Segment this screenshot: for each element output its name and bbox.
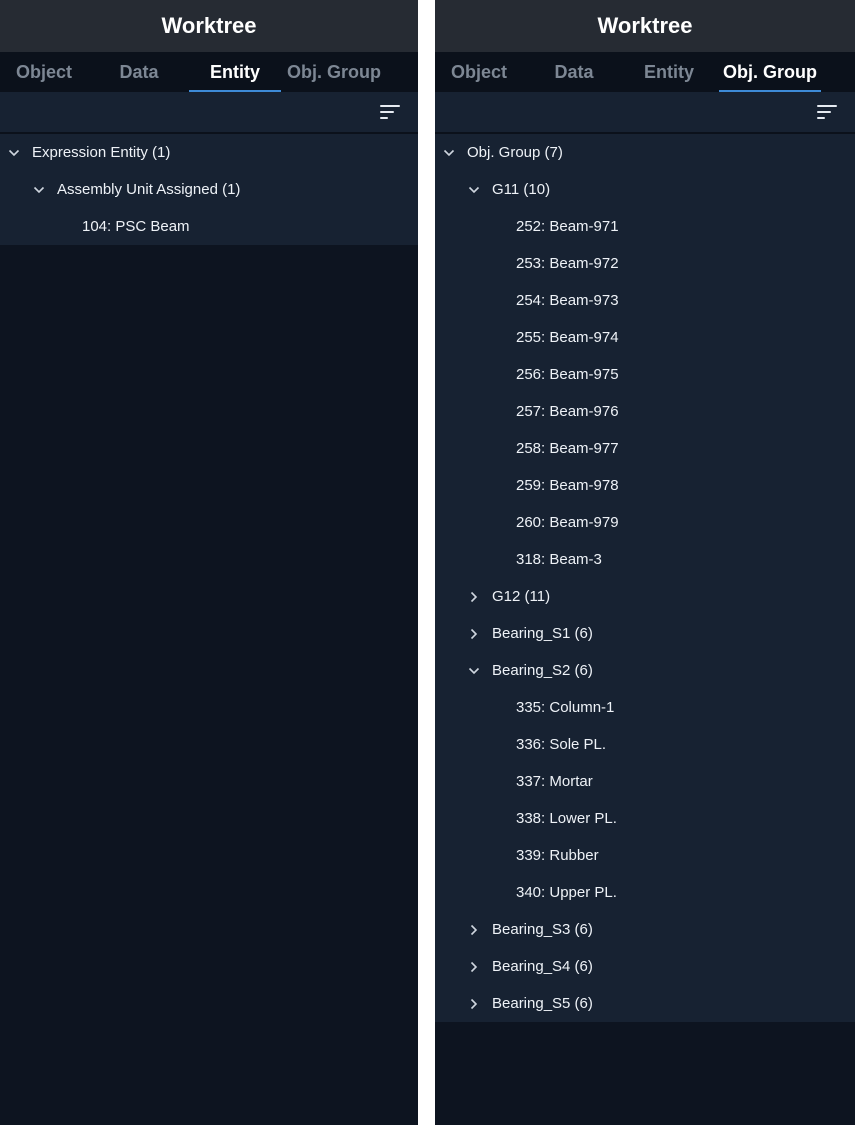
tree-leaf-label: 339: Rubber <box>516 847 599 864</box>
tree-node-assembly-unit-assigned[interactable]: Assembly Unit Assigned (1) <box>0 171 418 208</box>
tree-leaf-label: 254: Beam-973 <box>516 292 619 309</box>
tab-data[interactable]: Data <box>110 52 168 92</box>
tree-leaf[interactable]: 257: Beam-976 <box>435 393 855 430</box>
chevron-down-icon[interactable] <box>466 663 482 679</box>
sort-icon[interactable] <box>817 104 837 120</box>
tree-leaf-label: 104: PSC Beam <box>82 218 190 235</box>
chevron-down-icon[interactable] <box>6 145 22 161</box>
tree-node-g12[interactable]: G12 (11) <box>435 578 855 615</box>
tree-leaf[interactable]: 259: Beam-978 <box>435 467 855 504</box>
tree-leaf[interactable]: 253: Beam-972 <box>435 245 855 282</box>
tree-leaf[interactable]: 318: Beam-3 <box>435 541 855 578</box>
toolbar <box>435 92 855 134</box>
tree-node-label: Assembly Unit Assigned (1) <box>57 181 241 198</box>
tree-leaf-label: 260: Beam-979 <box>516 514 619 531</box>
tree-leaf-label: 335: Column-1 <box>516 699 615 716</box>
tree-leaf[interactable]: 339: Rubber <box>435 837 855 874</box>
tab-bar: Object Data Entity Obj. Group <box>435 52 855 92</box>
tree-node-g11[interactable]: G11 (10) <box>435 171 855 208</box>
tree-leaf-label: 256: Beam-975 <box>516 366 619 383</box>
tree-node-bearing-s3[interactable]: Bearing_S3 (6) <box>435 911 855 948</box>
tree-node-label: G11 (10) <box>492 181 551 198</box>
tree-leaf-label: 340: Upper PL. <box>516 884 617 901</box>
chevron-down-icon[interactable] <box>466 182 482 198</box>
tree-node-obj-group[interactable]: Obj. Group (7) <box>435 134 855 171</box>
toolbar <box>0 92 418 134</box>
tree-leaf[interactable]: 338: Lower PL. <box>435 800 855 837</box>
tree-node-label: Obj. Group (7) <box>467 144 563 161</box>
tree-leaf[interactable]: 337: Mortar <box>435 763 855 800</box>
tree-node-expression-entity[interactable]: Expression Entity (1) <box>0 134 418 171</box>
tab-object[interactable]: Object <box>445 52 513 92</box>
tree-node-label: Bearing_S5 (6) <box>492 995 593 1012</box>
tree-leaf[interactable]: 335: Column-1 <box>435 689 855 726</box>
tab-bar: Object Data Entity Obj. Group <box>0 52 418 92</box>
tab-obj-group[interactable]: Obj. Group <box>283 52 385 92</box>
tree-leaf[interactable]: 252: Beam-971 <box>435 208 855 245</box>
tree-node-label: Bearing_S3 (6) <box>492 921 593 938</box>
tree-node-bearing-s4[interactable]: Bearing_S4 (6) <box>435 948 855 985</box>
tree-leaf-label: 338: Lower PL. <box>516 810 617 827</box>
tree-leaf-label: 257: Beam-976 <box>516 403 619 420</box>
tree-node-label: G12 (11) <box>492 588 551 605</box>
panel-title: Worktree <box>435 0 855 52</box>
panel-title: Worktree <box>0 0 418 52</box>
tree-view: Obj. Group (7) G11 (10) 252: Beam-971 25… <box>435 134 855 1022</box>
chevron-right-icon[interactable] <box>466 922 482 938</box>
tree-leaf-label: 252: Beam-971 <box>516 218 619 235</box>
tree-leaf-psc-beam[interactable]: 104: PSC Beam <box>0 208 418 245</box>
tab-entity[interactable]: Entity <box>189 52 281 92</box>
tree-leaf[interactable]: 336: Sole PL. <box>435 726 855 763</box>
worktree-panel-obj-group: Worktree Object Data Entity Obj. Group O… <box>435 0 855 1125</box>
tab-object[interactable]: Object <box>10 52 78 92</box>
tree-leaf[interactable]: 255: Beam-974 <box>435 319 855 356</box>
chevron-right-icon[interactable] <box>466 626 482 642</box>
tree-leaf[interactable]: 256: Beam-975 <box>435 356 855 393</box>
chevron-right-icon[interactable] <box>466 996 482 1012</box>
tab-obj-group[interactable]: Obj. Group <box>719 52 821 92</box>
tree-leaf-label: 253: Beam-972 <box>516 255 619 272</box>
tab-entity[interactable]: Entity <box>635 52 703 92</box>
tree-leaf-label: 337: Mortar <box>516 773 593 790</box>
chevron-right-icon[interactable] <box>466 589 482 605</box>
tree-leaf-label: 318: Beam-3 <box>516 551 602 568</box>
tree-view: Expression Entity (1) Assembly Unit Assi… <box>0 134 418 245</box>
tree-node-bearing-s2[interactable]: Bearing_S2 (6) <box>435 652 855 689</box>
tree-node-label: Bearing_S4 (6) <box>492 958 593 975</box>
tree-leaf-label: 258: Beam-977 <box>516 440 619 457</box>
tree-node-label: Expression Entity (1) <box>32 144 171 161</box>
tree-leaf[interactable]: 260: Beam-979 <box>435 504 855 541</box>
tree-node-label: Bearing_S2 (6) <box>492 662 593 679</box>
tree-node-label: Bearing_S1 (6) <box>492 625 593 642</box>
chevron-down-icon[interactable] <box>31 182 47 198</box>
tab-data[interactable]: Data <box>545 52 603 92</box>
chevron-right-icon[interactable] <box>466 959 482 975</box>
tree-leaf-label: 255: Beam-974 <box>516 329 619 346</box>
tree-node-bearing-s1[interactable]: Bearing_S1 (6) <box>435 615 855 652</box>
tree-leaf[interactable]: 340: Upper PL. <box>435 874 855 911</box>
worktree-panel-entity: Worktree Object Data Entity Obj. Group E… <box>0 0 418 1125</box>
tree-leaf-label: 259: Beam-978 <box>516 477 619 494</box>
sort-icon[interactable] <box>380 104 400 120</box>
tree-leaf[interactable]: 254: Beam-973 <box>435 282 855 319</box>
tree-node-bearing-s5[interactable]: Bearing_S5 (6) <box>435 985 855 1022</box>
tree-leaf-label: 336: Sole PL. <box>516 736 607 753</box>
chevron-down-icon[interactable] <box>441 145 457 161</box>
tree-leaf[interactable]: 258: Beam-977 <box>435 430 855 467</box>
